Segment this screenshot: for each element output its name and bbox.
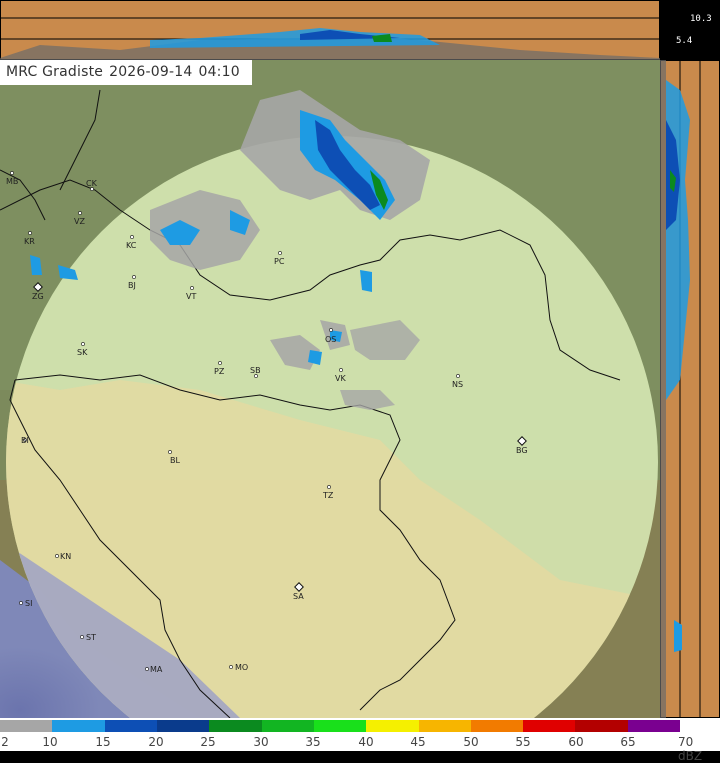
city-label-tz: TZ [322,491,334,500]
city-dot-icon [19,601,23,605]
legend-label: 2 [1,735,9,749]
city-dot-icon [456,374,460,378]
legend-swatch [235,720,262,732]
city-label-kn: KN [60,552,71,561]
city-dot-icon [145,667,149,671]
lower-scale-value: 5.4 [676,36,693,46]
city-label-vk: VK [335,374,346,383]
city-label-ma: MA [150,665,163,674]
legend-swatch [130,720,157,732]
city-label-si: SI [25,599,32,608]
legend-swatch [418,720,445,732]
legend-swatch [470,720,497,732]
legend-swatch [549,720,576,732]
legend-swatch [601,720,628,732]
city-marker-bi: BI [21,436,29,445]
header-title: MRC Gradiste 2026-09-14 04:10 [0,60,252,85]
city-label-sa: SA [293,592,304,601]
scan-time: 04:10 [198,64,240,80]
legend-label: 70 dBZ [678,735,703,763]
legend-label: 65 [620,735,636,749]
legend-swatch [653,720,681,732]
city-label-vz: VZ [74,217,85,226]
legend-swatch [287,720,314,732]
city-label-kc: KC [126,241,137,250]
legend-swatch [261,720,288,732]
city-dot-icon [327,485,331,489]
city-label-pc: PC [274,257,285,266]
city-label-os: OS [325,335,336,344]
legend-swatch [52,720,79,732]
city-label-bj: BJ [128,281,136,290]
top-cross-section [0,0,660,60]
legend-swatch [26,720,53,732]
city-label-zg: ZG [32,292,44,301]
legend-swatch [392,720,419,732]
city-label-sb: SB [250,366,261,375]
legend-swatch [627,720,654,732]
legend-label: 55 [515,735,531,749]
legend-label: 20 [148,735,164,749]
legend-swatch [104,720,131,732]
legend-label: 60 [568,735,584,749]
legend-swatch [156,720,184,732]
city-label-pz: PZ [214,367,225,376]
city-label-vt: VT [186,292,196,301]
city-dot-icon [229,665,233,669]
city-dot-icon [132,275,136,279]
legend-label: 30 [253,735,269,749]
city-dot-icon [339,368,343,372]
legend-labels: 2 10 15 20 25 30 35 40 45 50 55 60 65 70 dBZ [0,735,720,763]
legend-label: 50 [463,735,479,749]
legend-swatch [366,720,393,732]
legend-label: 35 [305,735,321,749]
legend-label: 40 [358,735,374,749]
legend-swatch [523,720,550,732]
city-dot-icon [329,328,333,332]
city-label-bg: BG [516,446,528,455]
legend-label: 10 [42,735,58,749]
legend-swatch [444,720,471,732]
legend-color-bar [0,720,681,732]
legend-swatch [183,720,210,732]
legend-swatch [209,720,236,732]
city-dot-icon [28,231,32,235]
dbz-legend: 2 10 15 20 25 30 35 40 45 50 55 60 65 70 dBZ [0,718,720,763]
city-dot-icon [55,554,59,558]
legend-swatch [78,720,105,732]
legend-swatch [340,720,367,732]
city-dot-icon [81,342,85,346]
legend-label: 15 [95,735,111,749]
city-label-mo: MO [235,663,248,672]
city-label-bl: BL [170,456,180,465]
city-label-bi: BI [21,436,29,445]
legend-swatch [575,720,602,732]
city-label-ck: CK [86,179,98,188]
city-label-sk: SK [77,348,88,357]
city-dot-icon [10,171,14,175]
legend-label: 45 [410,735,426,749]
city-dot-icon [218,361,222,365]
city-dot-icon [278,251,282,255]
scan-date: 2026-09-14 [109,64,193,80]
city-dot-icon [78,211,82,215]
city-dot-icon [168,450,172,454]
station-name: MRC Gradiste [6,64,104,80]
legend-swatch [0,720,27,732]
city-label-mb: MB [6,177,18,186]
city-label-kr: KR [24,237,35,246]
radar-map: MB CK VZ KR KC PC BJ ZG VT SK OS PZ SB VK NS BI BL BG TZ KN… [0,60,660,718]
city-label-ns: NS [452,380,463,389]
city-dot-icon [80,635,84,639]
legend-swatch [313,720,341,732]
side-cross-section [660,60,720,718]
city-dot-icon [190,286,194,290]
profile-scale-box: 10.3 5.4 [660,0,720,60]
legend-swatch [496,720,524,732]
city-dot-icon [130,235,134,239]
legend-label: 25 [200,735,216,749]
city-label-st: ST [86,633,96,642]
radar-map-svg: MB CK VZ KR KC PC BJ ZG VT SK OS PZ SB VK NS BI BL BG TZ KN… [0,60,660,718]
upper-scale-value: 10.3 [690,14,712,24]
